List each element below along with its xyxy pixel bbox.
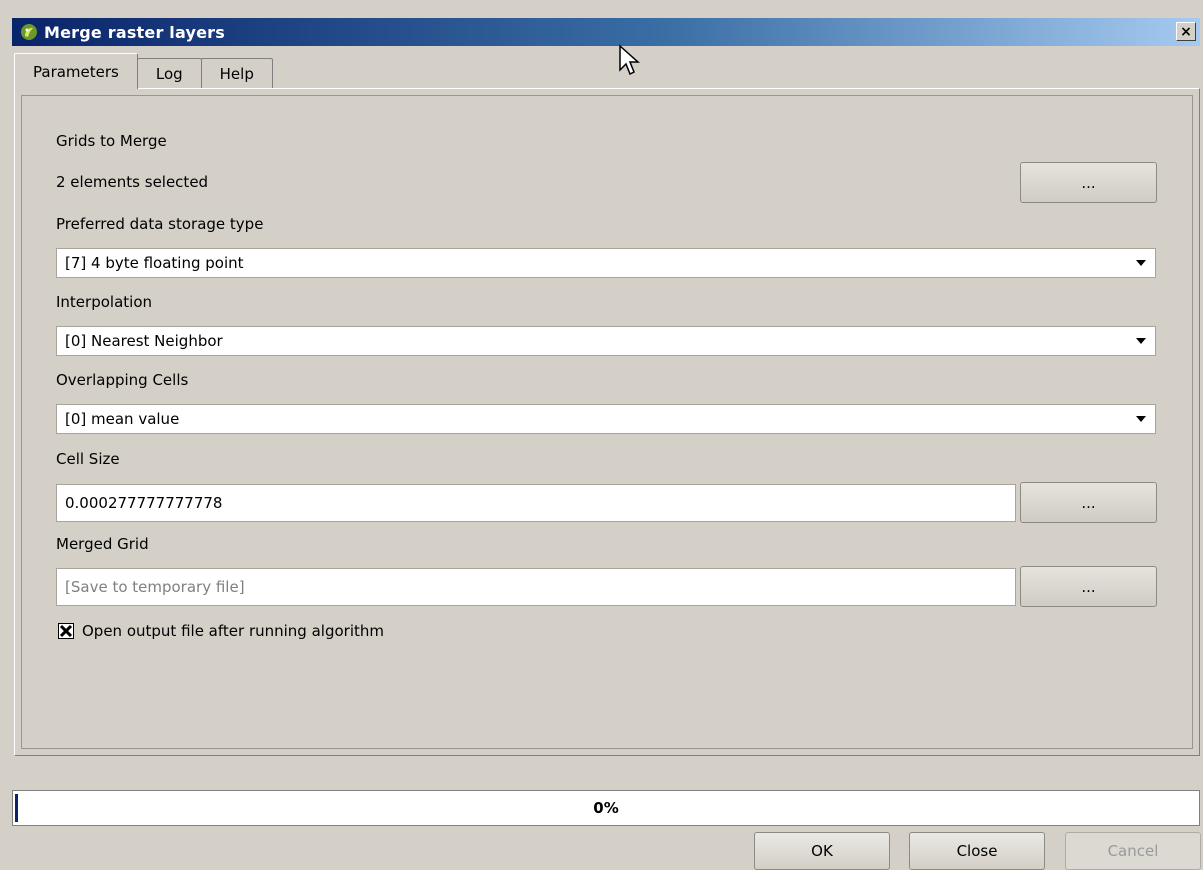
merged-grid-button-label: ...	[1081, 577, 1096, 596]
cell-size-button[interactable]: ...	[1020, 482, 1157, 523]
merged-grid-browse-button[interactable]: ...	[1020, 566, 1157, 607]
window-title: Merge raster layers	[44, 22, 225, 42]
progress-text: 0%	[593, 799, 619, 817]
open-output-option[interactable]: Open output file after running algorithm	[58, 622, 384, 640]
tab-help[interactable]: Help	[200, 58, 273, 88]
checkmark-x-icon	[60, 625, 72, 637]
select-grids-button[interactable]: ...	[1020, 162, 1157, 203]
close-button[interactable]: Close	[909, 832, 1045, 870]
progress-fill	[15, 794, 18, 822]
overlapping-cells-select[interactable]: [0] mean value	[56, 404, 1156, 434]
select-grids-button-label: ...	[1081, 173, 1096, 192]
open-output-label: Open output file after running algorithm	[82, 622, 384, 640]
interpolation-label: Interpolation	[56, 293, 152, 311]
interpolation-select[interactable]: [0] Nearest Neighbor	[56, 326, 1156, 356]
title-bar[interactable]: Merge raster layers ×	[12, 18, 1200, 46]
chevron-down-icon[interactable]	[1126, 249, 1155, 277]
cell-size-label: Cell Size	[56, 450, 120, 468]
merged-grid-label: Merged Grid	[56, 535, 149, 553]
overlapping-cells-label: Overlapping Cells	[56, 371, 189, 389]
overlapping-cells-value: [0] mean value	[65, 410, 180, 428]
cancel-button[interactable]: Cancel	[1065, 832, 1201, 870]
tab-parameters[interactable]: Parameters	[14, 53, 138, 89]
close-button-label: Close	[956, 842, 998, 860]
grids-to-merge-label: Grids to Merge	[56, 132, 167, 150]
close-window-button[interactable]: ×	[1176, 22, 1196, 41]
cell-size-button-label: ...	[1081, 493, 1096, 512]
tab-bar: Parameters Log Help	[14, 52, 273, 89]
cancel-button-label: Cancel	[1107, 842, 1159, 860]
interpolation-value: [0] Nearest Neighbor	[65, 332, 223, 350]
qgis-logo-icon	[20, 23, 38, 41]
chevron-down-icon[interactable]	[1126, 327, 1155, 355]
close-icon: ×	[1180, 23, 1192, 40]
ok-button-label: OK	[811, 842, 833, 860]
open-output-checkbox[interactable]	[58, 623, 74, 639]
dialog-window: Merge raster layers × Parameters Log Hel…	[0, 0, 1203, 870]
tab-log[interactable]: Log	[136, 58, 202, 88]
merged-grid-output-field[interactable]: [Save to temporary file]	[56, 568, 1016, 606]
storage-type-value: [7] 4 byte floating point	[65, 254, 244, 272]
storage-type-label: Preferred data storage type	[56, 215, 264, 233]
mouse-cursor-icon	[619, 44, 640, 76]
storage-type-select[interactable]: [7] 4 byte floating point	[56, 248, 1156, 278]
progress-bar: 0%	[12, 790, 1200, 826]
cell-size-input[interactable]: 0.000277777777778	[56, 484, 1016, 522]
chevron-down-icon[interactable]	[1126, 405, 1155, 433]
ok-button[interactable]: OK	[754, 832, 890, 870]
grids-selected-count: 2 elements selected	[56, 173, 209, 191]
